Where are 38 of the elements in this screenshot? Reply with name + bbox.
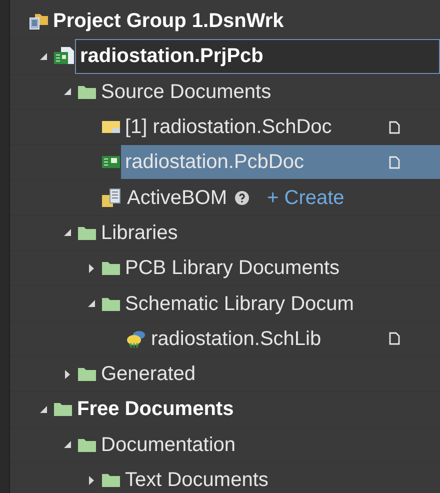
schematic-library-icon — [125, 328, 147, 349]
folder-icon — [53, 401, 73, 418]
expanded-arrow-icon[interactable] — [64, 229, 70, 236]
collapsed-arrow-icon[interactable] — [88, 476, 94, 484]
pcb-project-icon — [53, 46, 75, 66]
tree-item[interactable]: ActiveBOM + Create — [123, 180, 440, 215]
tree-item[interactable]: PCB Library Documents — [121, 251, 440, 286]
expanded-arrow-icon[interactable] — [40, 406, 46, 413]
collapsed-arrow-icon[interactable] — [64, 370, 70, 379]
project-group-icon — [29, 12, 49, 30]
expanded-arrow-icon[interactable] — [40, 52, 46, 60]
folder-icon — [77, 84, 97, 100]
tree-item[interactable]: Libraries — [97, 216, 440, 250]
tree-item[interactable]: Free Documents — [73, 392, 440, 427]
folder-icon — [77, 224, 97, 241]
folder-icon — [101, 260, 121, 276]
help-icon[interactable] — [235, 190, 250, 205]
collapsed-arrow-icon[interactable] — [88, 264, 94, 273]
create-link[interactable]: + Create — [267, 182, 344, 213]
tree-item[interactable]: Schematic Library Docum — [121, 286, 440, 321]
tree-item[interactable]: radiostation.SchLib — [147, 322, 440, 356]
tree-item[interactable]: radiostation.PrjPcb — [75, 39, 440, 74]
expanded-arrow-icon[interactable] — [64, 88, 70, 96]
pcb-document-icon — [101, 154, 121, 170]
tree-item[interactable]: Text Documents — [121, 462, 440, 493]
tree-item[interactable]: Documentation — [97, 428, 440, 462]
expanded-arrow-icon[interactable] — [88, 300, 94, 308]
schematic-document-icon — [101, 119, 121, 136]
tree-item[interactable]: Generated — [97, 356, 440, 392]
bom-document-icon — [101, 188, 123, 208]
folder-icon — [101, 296, 121, 312]
folder-icon — [101, 472, 121, 488]
tree-item[interactable]: [1] radiostation.SchDoc — [121, 110, 440, 144]
tree-item[interactable]: Project Group 1.DsnWrk — [49, 4, 440, 38]
folder-icon — [77, 366, 97, 382]
tree-item[interactable]: Source Documents — [97, 74, 440, 109]
folder-icon — [77, 436, 97, 453]
expanded-arrow-icon[interactable] — [64, 441, 70, 448]
